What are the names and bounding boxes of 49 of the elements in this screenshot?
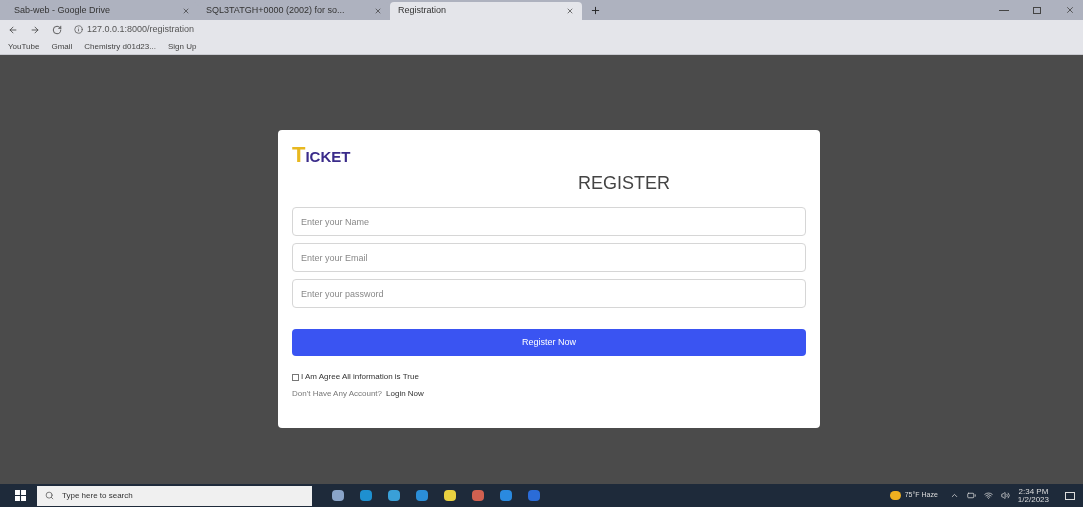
search-field[interactable]: Type here to search — [37, 485, 312, 506]
tab-title: Registration — [398, 4, 448, 18]
forward-icon[interactable] — [30, 24, 40, 35]
info-icon — [74, 25, 83, 34]
register-heading: REGISTER — [578, 172, 670, 195]
address-field[interactable]: 127.0.0.1:8000/registration — [74, 22, 195, 37]
checkbox[interactable] — [292, 373, 299, 381]
notification-icon[interactable] — [1065, 491, 1075, 500]
taskbar-app-icon[interactable] — [472, 490, 484, 501]
close-icon[interactable] — [566, 7, 574, 15]
battery-icon[interactable] — [966, 491, 976, 500]
taskbar-app-icon[interactable] — [500, 490, 512, 501]
agree-label: I Am Agree All information is True — [301, 371, 419, 383]
search-placeholder: Type here to search — [62, 489, 133, 502]
taskbar-app-icon[interactable] — [444, 490, 456, 501]
input-field[interactable]: Enter your Email — [292, 243, 806, 272]
login-prompt: Don't Have Any Account? — [292, 388, 383, 400]
input-field[interactable]: Enter your password — [292, 279, 806, 308]
close-window-icon[interactable] — [1065, 5, 1075, 15]
clock-time: 2:34 PM — [1018, 487, 1049, 496]
bookmark-link[interactable]: Gmail — [51, 40, 73, 53]
clock-date: 1/2/2023 — [1017, 495, 1049, 504]
login-link[interactable]: Login Now — [386, 388, 424, 400]
restore-icon[interactable] — [1033, 7, 1041, 14]
register-button[interactable]: Register Now — [292, 329, 806, 356]
bookmark-link[interactable]: Chemistry d01d23... — [84, 40, 156, 53]
chevron-up-icon[interactable] — [949, 491, 959, 500]
url-text: 127.0.0.1:8000/registration — [87, 22, 195, 36]
search-icon — [45, 491, 54, 500]
reload-icon[interactable] — [52, 24, 62, 35]
tab-title: Sab-web - Google Drive — [14, 4, 112, 18]
close-icon[interactable] — [374, 7, 382, 15]
tab-title: SQL3TATGH+0000 (2002) for so... — [206, 4, 346, 18]
weather-icon — [889, 491, 901, 500]
taskbar-app-icon[interactable] — [416, 490, 428, 501]
bookmark-link[interactable]: Sign Up — [167, 40, 197, 53]
wifi-icon[interactable] — [983, 491, 993, 500]
input-field[interactable]: Enter your Name — [292, 207, 806, 236]
back-icon[interactable] — [8, 24, 18, 35]
ticket-logo: TICKET — [292, 144, 352, 166]
browser-tab[interactable]: Registration — [390, 2, 582, 20]
windows-start-icon[interactable] — [15, 490, 26, 501]
new-tab-icon[interactable] — [590, 5, 601, 16]
taskbar-app-icon[interactable] — [388, 490, 400, 501]
close-icon[interactable] — [182, 7, 190, 15]
taskbar-app-icon[interactable] — [360, 490, 372, 501]
taskbar-app-icon[interactable] — [332, 490, 344, 501]
volume-icon[interactable] — [1000, 491, 1010, 500]
bookmark-link[interactable]: YouTube — [8, 40, 40, 53]
